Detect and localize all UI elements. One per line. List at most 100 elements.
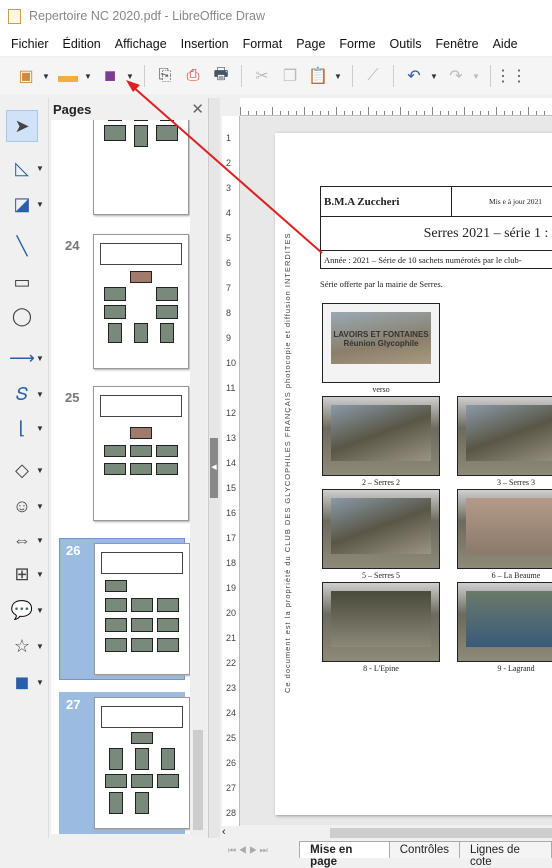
item-image-8[interactable]	[322, 582, 440, 662]
menu-format[interactable]: Format	[236, 37, 290, 51]
header-table: B.M.A ZuccheriMis e à jour 2021 Serres 2…	[320, 186, 552, 269]
print-icon[interactable]: 🖶	[209, 64, 233, 88]
menu-affichage[interactable]: Affichage	[108, 37, 174, 51]
connector-tool-icon[interactable]: ⌊	[6, 412, 38, 444]
basic-shapes-icon[interactable]: ◇	[6, 454, 38, 486]
ruler-tick	[272, 107, 273, 115]
menu-outils[interactable]: Outils	[383, 37, 429, 51]
ruler-tick	[264, 111, 265, 115]
paste-icon[interactable]: 📋	[306, 64, 330, 88]
tab-navigation-icon[interactable]: ⏮ ◀ ▶ ⏭	[220, 845, 300, 858]
item-image-5[interactable]	[322, 489, 440, 569]
item-image-9[interactable]	[457, 582, 552, 662]
arrow-line-icon[interactable]: ⟶	[6, 342, 38, 374]
item-image-6[interactable]	[457, 489, 552, 569]
page-thumbnail-26[interactable]: 26	[59, 538, 185, 680]
3d-objects-icon[interactable]: ◼	[6, 666, 38, 698]
pages-scrollbar[interactable]	[190, 120, 206, 836]
ruler-tick	[368, 107, 369, 115]
drawing-canvas[interactable]: Ce document est la propriété du CLUB DES…	[240, 117, 552, 825]
ruler-tick-label: 2	[226, 158, 231, 168]
stars-icon[interactable]: ☆	[6, 630, 38, 662]
paste-dropdown[interactable]: ▼	[334, 72, 344, 81]
redo-dropdown[interactable]: ▼	[472, 72, 482, 81]
note-text: Série offerte par la mairie de Serres.	[320, 279, 443, 289]
ruler-tick	[336, 107, 337, 115]
block-arrows-icon[interactable]: ⇔	[6, 524, 38, 556]
menu-edition[interactable]: Édition	[56, 37, 108, 51]
flowchart-icon[interactable]: ⊞	[6, 558, 38, 590]
ruler-tick	[344, 111, 345, 115]
panel-splitter[interactable]: ◀	[208, 98, 220, 838]
pages-panel-title: Pages	[53, 102, 91, 117]
ruler-tick	[432, 107, 433, 115]
new-dropdown[interactable]: ▼	[42, 72, 52, 81]
page-thumbnail-23[interactable]	[59, 120, 185, 222]
page-thumbnail-24[interactable]: 24	[59, 234, 185, 376]
menu-aide[interactable]: Aide	[486, 37, 525, 51]
fill-color-icon[interactable]: ◪	[6, 188, 38, 220]
ruler-tick-label: 14	[226, 458, 236, 468]
tab-controles[interactable]: Contrôles	[389, 841, 460, 858]
ruler-tick-label: 12	[226, 408, 236, 418]
ruler-tick	[392, 111, 393, 115]
menu-page[interactable]: Page	[289, 37, 332, 51]
item-image-3[interactable]	[457, 396, 552, 476]
horizontal-scrollbar[interactable]: ‹	[220, 826, 552, 840]
undo-dropdown[interactable]: ▼	[430, 72, 440, 81]
page-thumbnails: 24 25 26 27	[51, 120, 191, 834]
caption-verso: verso	[322, 385, 440, 394]
window-title: Repertoire NC 2020.pdf - LibreOffice Dra…	[29, 9, 265, 23]
page-thumbnail-27[interactable]: 27	[59, 692, 185, 834]
menu-fenetre[interactable]: Fenêtre	[428, 37, 485, 51]
new-icon[interactable]: ▣	[14, 64, 38, 88]
curve-tool-icon[interactable]: 𝑆	[6, 378, 38, 410]
menu-forme[interactable]: Forme	[332, 37, 382, 51]
undo-icon[interactable]: ↶	[402, 64, 426, 88]
ruler-tick-label: 11	[226, 383, 235, 393]
menu-insertion[interactable]: Insertion	[174, 37, 236, 51]
tab-mise-en-page[interactable]: Mise en page	[299, 841, 390, 858]
cut-icon[interactable]: ✂	[250, 64, 274, 88]
tab-lignes-de-cote[interactable]: Lignes de cote	[459, 841, 552, 858]
line-color-icon[interactable]: ◺	[6, 152, 38, 184]
vertical-ruler[interactable]: 1234567891011121314151617181920212223242…	[222, 116, 240, 826]
ruler-tick	[488, 111, 489, 115]
ruler-tick	[360, 111, 361, 115]
ruler-tick	[320, 111, 321, 115]
ruler-tick-label: 9	[226, 333, 231, 343]
close-icon[interactable]: ✕	[191, 100, 204, 118]
ruler-tick	[384, 111, 385, 115]
ruler-tick-label: 23	[226, 683, 236, 693]
ellipse-tool-icon[interactable]: ◯	[6, 300, 38, 332]
callout-icon[interactable]: 💬	[6, 594, 38, 626]
ruler-tick-label: 20	[226, 608, 236, 618]
menu-fichier[interactable]: Fichier	[4, 37, 56, 51]
line-tool-icon[interactable]: ╲	[6, 230, 38, 262]
ruler-tick-label: 18	[226, 558, 236, 568]
ruler-tick-label: 16	[226, 508, 236, 518]
item-image-2[interactable]	[322, 396, 440, 476]
export-pdf-icon[interactable]: ⎙	[181, 64, 205, 88]
redo-icon[interactable]: ↷	[444, 64, 468, 88]
rectangle-tool-icon[interactable]: ▭	[6, 266, 38, 298]
save-dropdown[interactable]: ▼	[126, 72, 136, 81]
open-dropdown[interactable]: ▼	[84, 72, 94, 81]
clone-formatting-icon[interactable]: ⟋	[361, 64, 385, 88]
open-icon[interactable]: ▬	[56, 64, 80, 88]
grid-icon[interactable]: ⋮⋮	[499, 64, 523, 88]
ruler-tick-label: 1	[226, 133, 231, 143]
ruler-tick-label: 15	[226, 483, 236, 493]
ruler-tick-label: 8	[226, 308, 231, 318]
subtitle-cell: Année : 2021 – Série de 10 sachets numér…	[321, 251, 552, 269]
save-icon[interactable]: ■	[98, 64, 122, 88]
select-tool-icon[interactable]: ➤	[6, 110, 38, 142]
export-icon[interactable]: ⎘	[153, 64, 177, 88]
symbol-shapes-icon[interactable]: ☺	[6, 490, 38, 522]
horizontal-ruler[interactable]	[240, 98, 552, 116]
verso-image[interactable]: LAVOIRS ET FONTAINES Réunion Glycophile	[322, 303, 440, 383]
page-thumbnail-25[interactable]: 25	[59, 386, 185, 528]
ruler-tick	[408, 111, 409, 115]
copy-icon[interactable]: ❐	[278, 64, 302, 88]
ruler-tick-label: 7	[226, 283, 231, 293]
